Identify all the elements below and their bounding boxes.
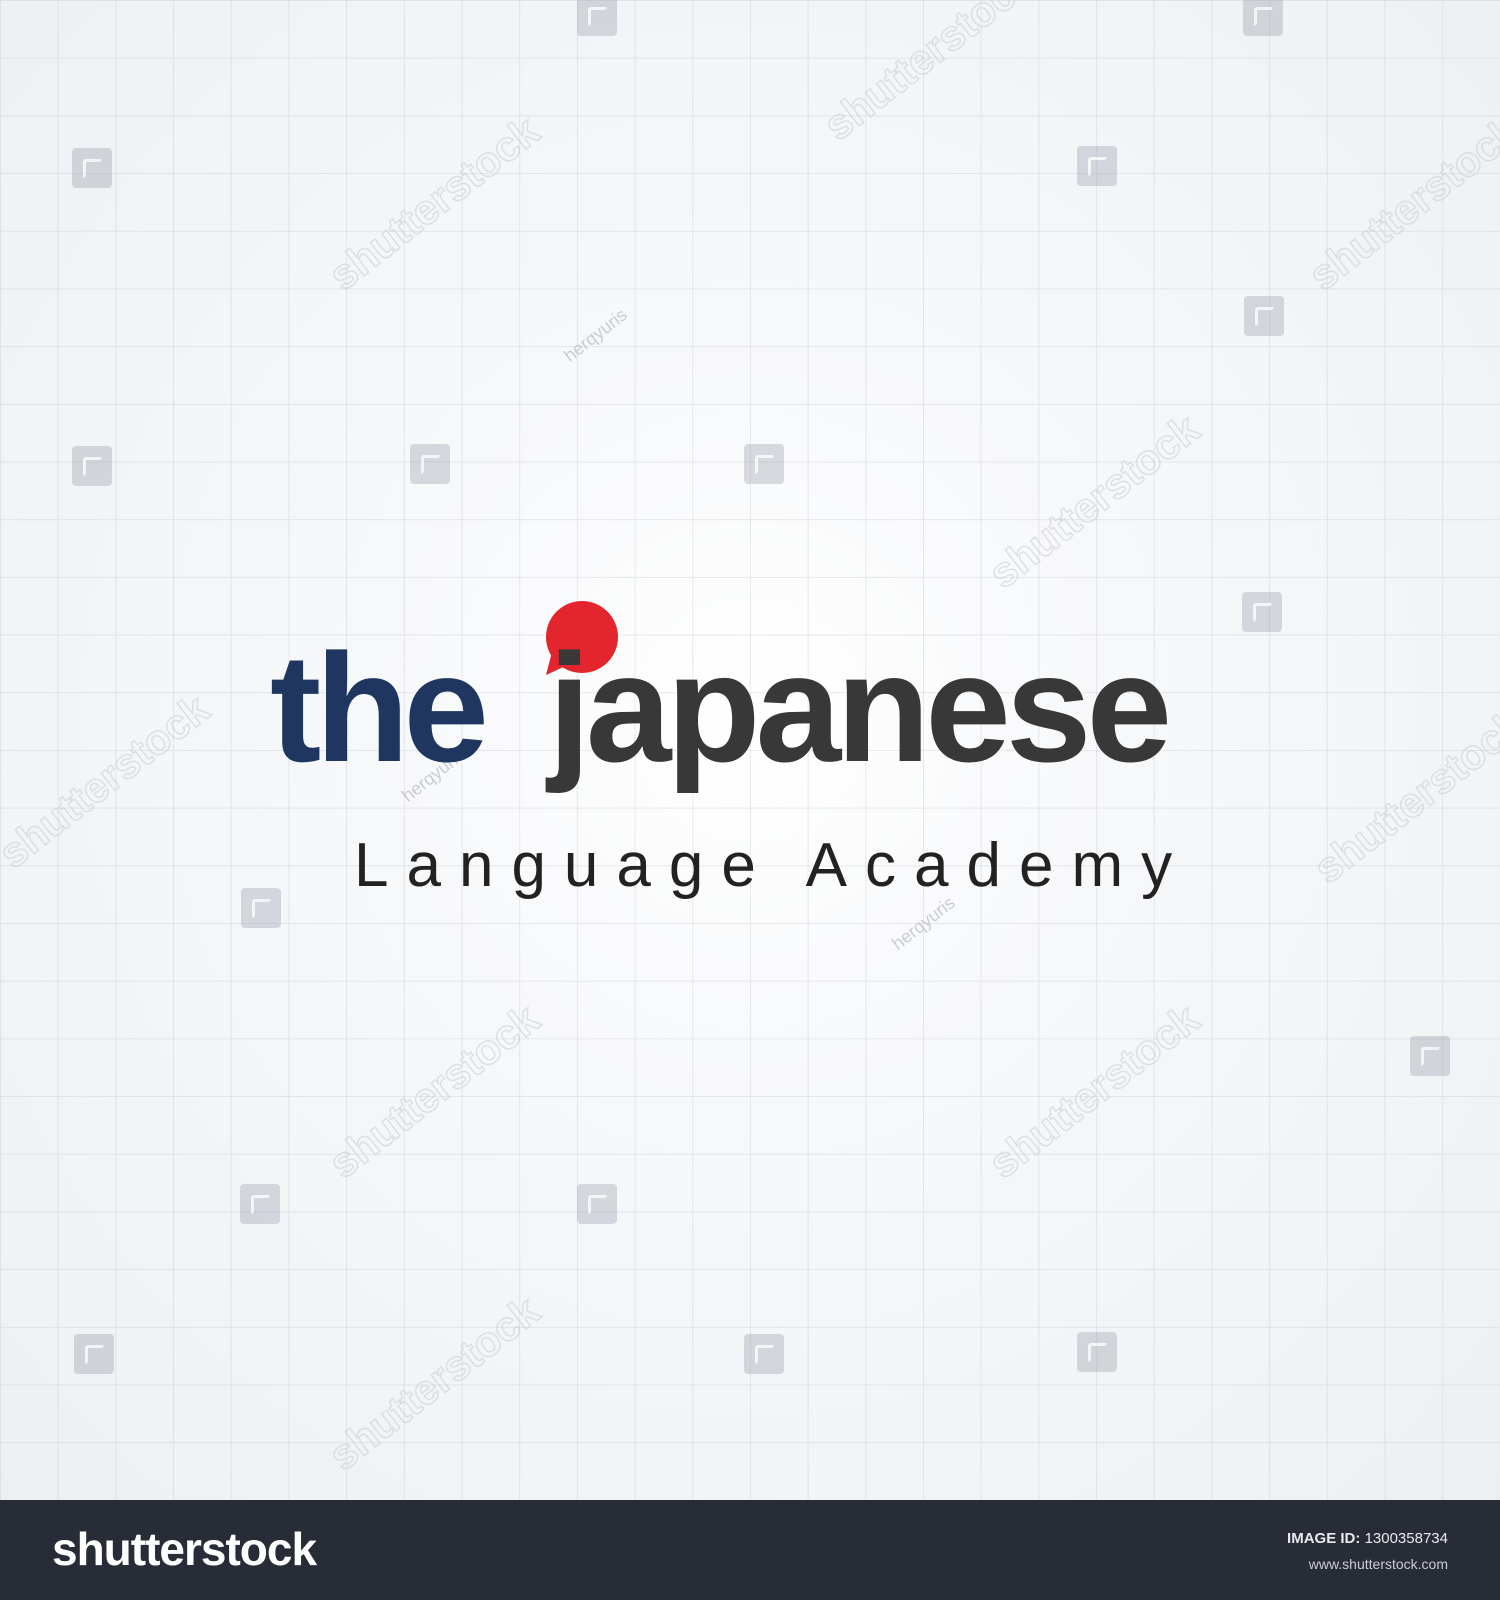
artwork-canvas: shutterstock shutterstock shutterstock s… [0, 0, 1500, 1500]
site-url[interactable]: www.shutterstock.com [1309, 1556, 1448, 1572]
logo-word-japanese: japanese [548, 622, 1172, 794]
academy-logo: the japanese Language Academy [270, 600, 1230, 910]
footer-brand-logo[interactable]: shutterstock [52, 1522, 317, 1576]
logo-tagline: Language Academy [354, 831, 1191, 900]
logo-word-the: the [270, 622, 489, 794]
image-id-label: IMAGE ID: [1287, 1530, 1361, 1547]
image-id-value: 1300358734 [1364, 1530, 1448, 1547]
footer-bar: shutterstock IMAGE ID: 1300358734 www.sh… [0, 1500, 1500, 1600]
image-id: IMAGE ID: 1300358734 [1287, 1530, 1448, 1547]
